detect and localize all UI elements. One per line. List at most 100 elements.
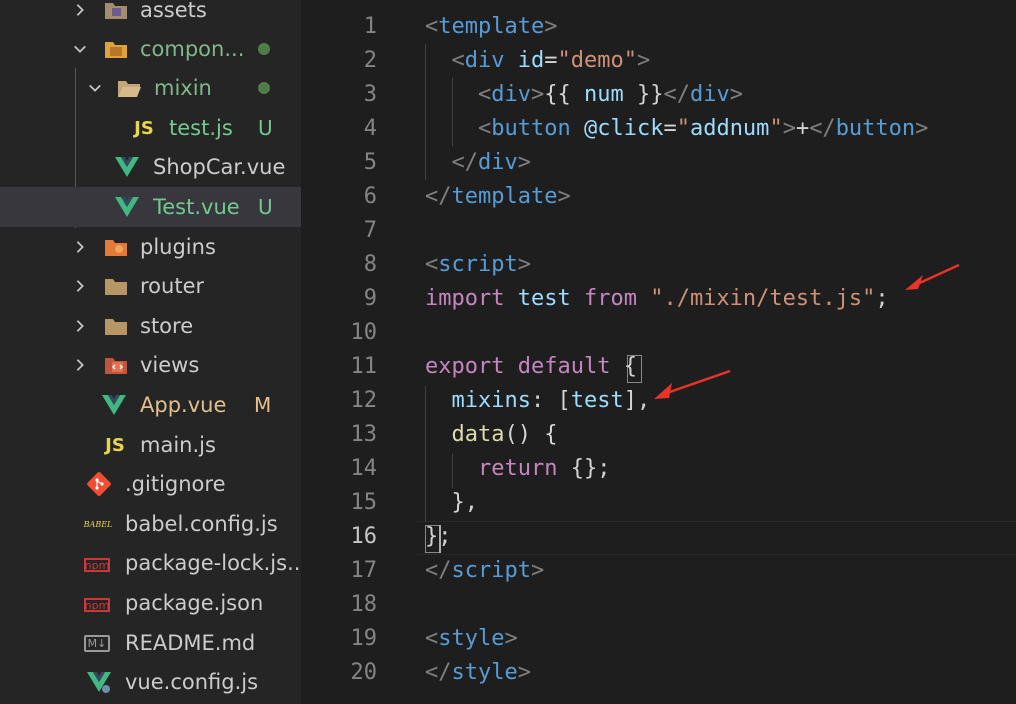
tree-item-babel-config[interactable]: BABEL babel.config.js <box>0 504 301 544</box>
code-line[interactable]: import test from "./mixin/test.js"; <box>425 282 889 316</box>
tree-item-components[interactable]: compon... <box>0 29 301 69</box>
code-token: </ <box>425 184 452 209</box>
chevron-right-icon <box>68 353 92 377</box>
tree-item-mixin[interactable]: mixin <box>0 68 301 108</box>
code-token: > <box>557 184 571 209</box>
code-token: style <box>438 626 505 651</box>
vue-config-icon <box>85 668 113 696</box>
code-line[interactable]: <template> <box>425 10 557 44</box>
line-number: 3 <box>363 82 377 107</box>
tree-item-assets[interactable]: assets <box>0 0 301 30</box>
line-number: 4 <box>363 116 377 141</box>
tree-item-plugins[interactable]: plugins <box>0 227 301 267</box>
tree-item-label: Test.vue <box>153 195 240 219</box>
code-token: template <box>438 14 545 39</box>
code-token: < <box>425 252 439 277</box>
vue-file-icon <box>100 391 128 419</box>
tree-item-label: package-lock.js... <box>125 551 301 575</box>
code-line[interactable]: <div id="demo"> <box>425 44 651 78</box>
line-number: 14 <box>350 456 378 481</box>
tree-item-shopcar-vue[interactable]: ShopCar.vue <box>0 147 301 187</box>
code-line[interactable]: <button @click="addnum">+</button> <box>425 112 928 146</box>
code-line[interactable]: export default { <box>425 350 637 384</box>
tree-item-views[interactable]: views <box>0 345 301 385</box>
code-token: script <box>451 558 531 583</box>
code-token: { <box>610 354 637 379</box>
chevron-down-icon <box>83 76 107 100</box>
code-token: = <box>663 116 677 141</box>
tree-item-test-vue[interactable]: Test.vue U <box>0 187 301 227</box>
code-line[interactable]: </div> <box>425 146 532 180</box>
line-number: 5 <box>363 150 377 175</box>
code-editor[interactable]: 1 2 3 4 5 6 7 8 9 10 11 12 13 14 15 16 17 18 19 20 <templat… <box>301 0 1016 704</box>
code-line[interactable]: </template> <box>425 180 571 214</box>
tree-item-label: vue.config.js <box>125 670 259 694</box>
current-line-highlight <box>417 521 1016 555</box>
tree-item-store[interactable]: store <box>0 306 301 346</box>
code-token: script <box>438 252 518 277</box>
code-token: return <box>477 456 558 481</box>
code-line[interactable]: </script> <box>425 554 544 588</box>
tree-item-label: assets <box>140 0 207 22</box>
code-line[interactable]: mixins: [test], <box>425 384 651 418</box>
untracked-status: U <box>258 195 273 219</box>
tree-item-label: views <box>140 353 200 377</box>
code-token: num <box>583 82 624 107</box>
tree-item-label: package.json <box>125 591 264 615</box>
javascript-file-icon: JS <box>134 117 154 139</box>
code-token: addnum <box>689 116 770 141</box>
tree-item-main-js[interactable]: JS main.js <box>0 425 301 465</box>
code-token: test <box>517 286 571 311</box>
tree-item-readme[interactable]: M↓ README.md <box>0 623 301 663</box>
chevron-right-icon <box>68 274 92 298</box>
code-token: }, <box>425 490 478 515</box>
text-cursor <box>439 525 441 553</box>
code-line[interactable]: <div>{{ num }}</div> <box>425 78 743 112</box>
code-token: > <box>544 14 558 39</box>
code-line[interactable]: }, <box>425 486 478 520</box>
babel-icon: BABEL <box>83 519 113 529</box>
javascript-file-icon: JS <box>105 434 125 456</box>
tree-item-app-vue[interactable]: App.vue M <box>0 385 301 425</box>
tree-item-label: plugins <box>140 235 216 259</box>
code-token: () { <box>504 422 558 447</box>
annotation-arrow <box>654 369 731 399</box>
code-line[interactable]: data() { <box>425 418 558 452</box>
folder-assets-icon <box>102 0 130 24</box>
tree-item-test-js[interactable]: JS test.js U <box>0 108 301 148</box>
explorer-sidebar: assets compon... mixin JS test.js U Shop… <box>0 0 301 704</box>
code-token: </ <box>663 82 690 107</box>
tree-item-gitignore[interactable]: .gitignore <box>0 464 301 504</box>
code-token: > <box>782 116 796 141</box>
tree-item-package-lock[interactable]: npm package-lock.js... <box>0 543 301 583</box>
code-token: import <box>425 286 505 311</box>
tree-item-vue-config[interactable]: vue.config.js <box>0 662 301 702</box>
code-line[interactable]: </style> <box>425 656 531 690</box>
vue-file-icon <box>113 193 141 221</box>
code-token: mixins <box>451 388 531 413</box>
line-number: 9 <box>363 286 377 311</box>
tree-item-router[interactable]: router <box>0 266 301 306</box>
code-line[interactable]: <script> <box>425 248 531 282</box>
npm-icon: npm <box>84 558 110 572</box>
chevron-right-icon <box>68 235 92 259</box>
code-line[interactable]: return {}; <box>425 452 610 486</box>
code-token: "demo" <box>557 48 637 73</box>
code-line[interactable]: <style> <box>425 622 518 656</box>
tree-item-label: router <box>140 274 205 298</box>
code-token: export <box>425 354 505 379</box>
modified-dot <box>258 43 270 55</box>
code-token: < <box>425 626 439 651</box>
line-number: 13 <box>350 422 378 447</box>
code-token: style <box>451 660 518 685</box>
tree-item-package-json[interactable]: npm package.json <box>0 583 301 623</box>
code-token: < <box>425 14 439 39</box>
tree-item-label: babel.config.js <box>125 512 278 536</box>
folder-views-icon <box>102 351 130 379</box>
